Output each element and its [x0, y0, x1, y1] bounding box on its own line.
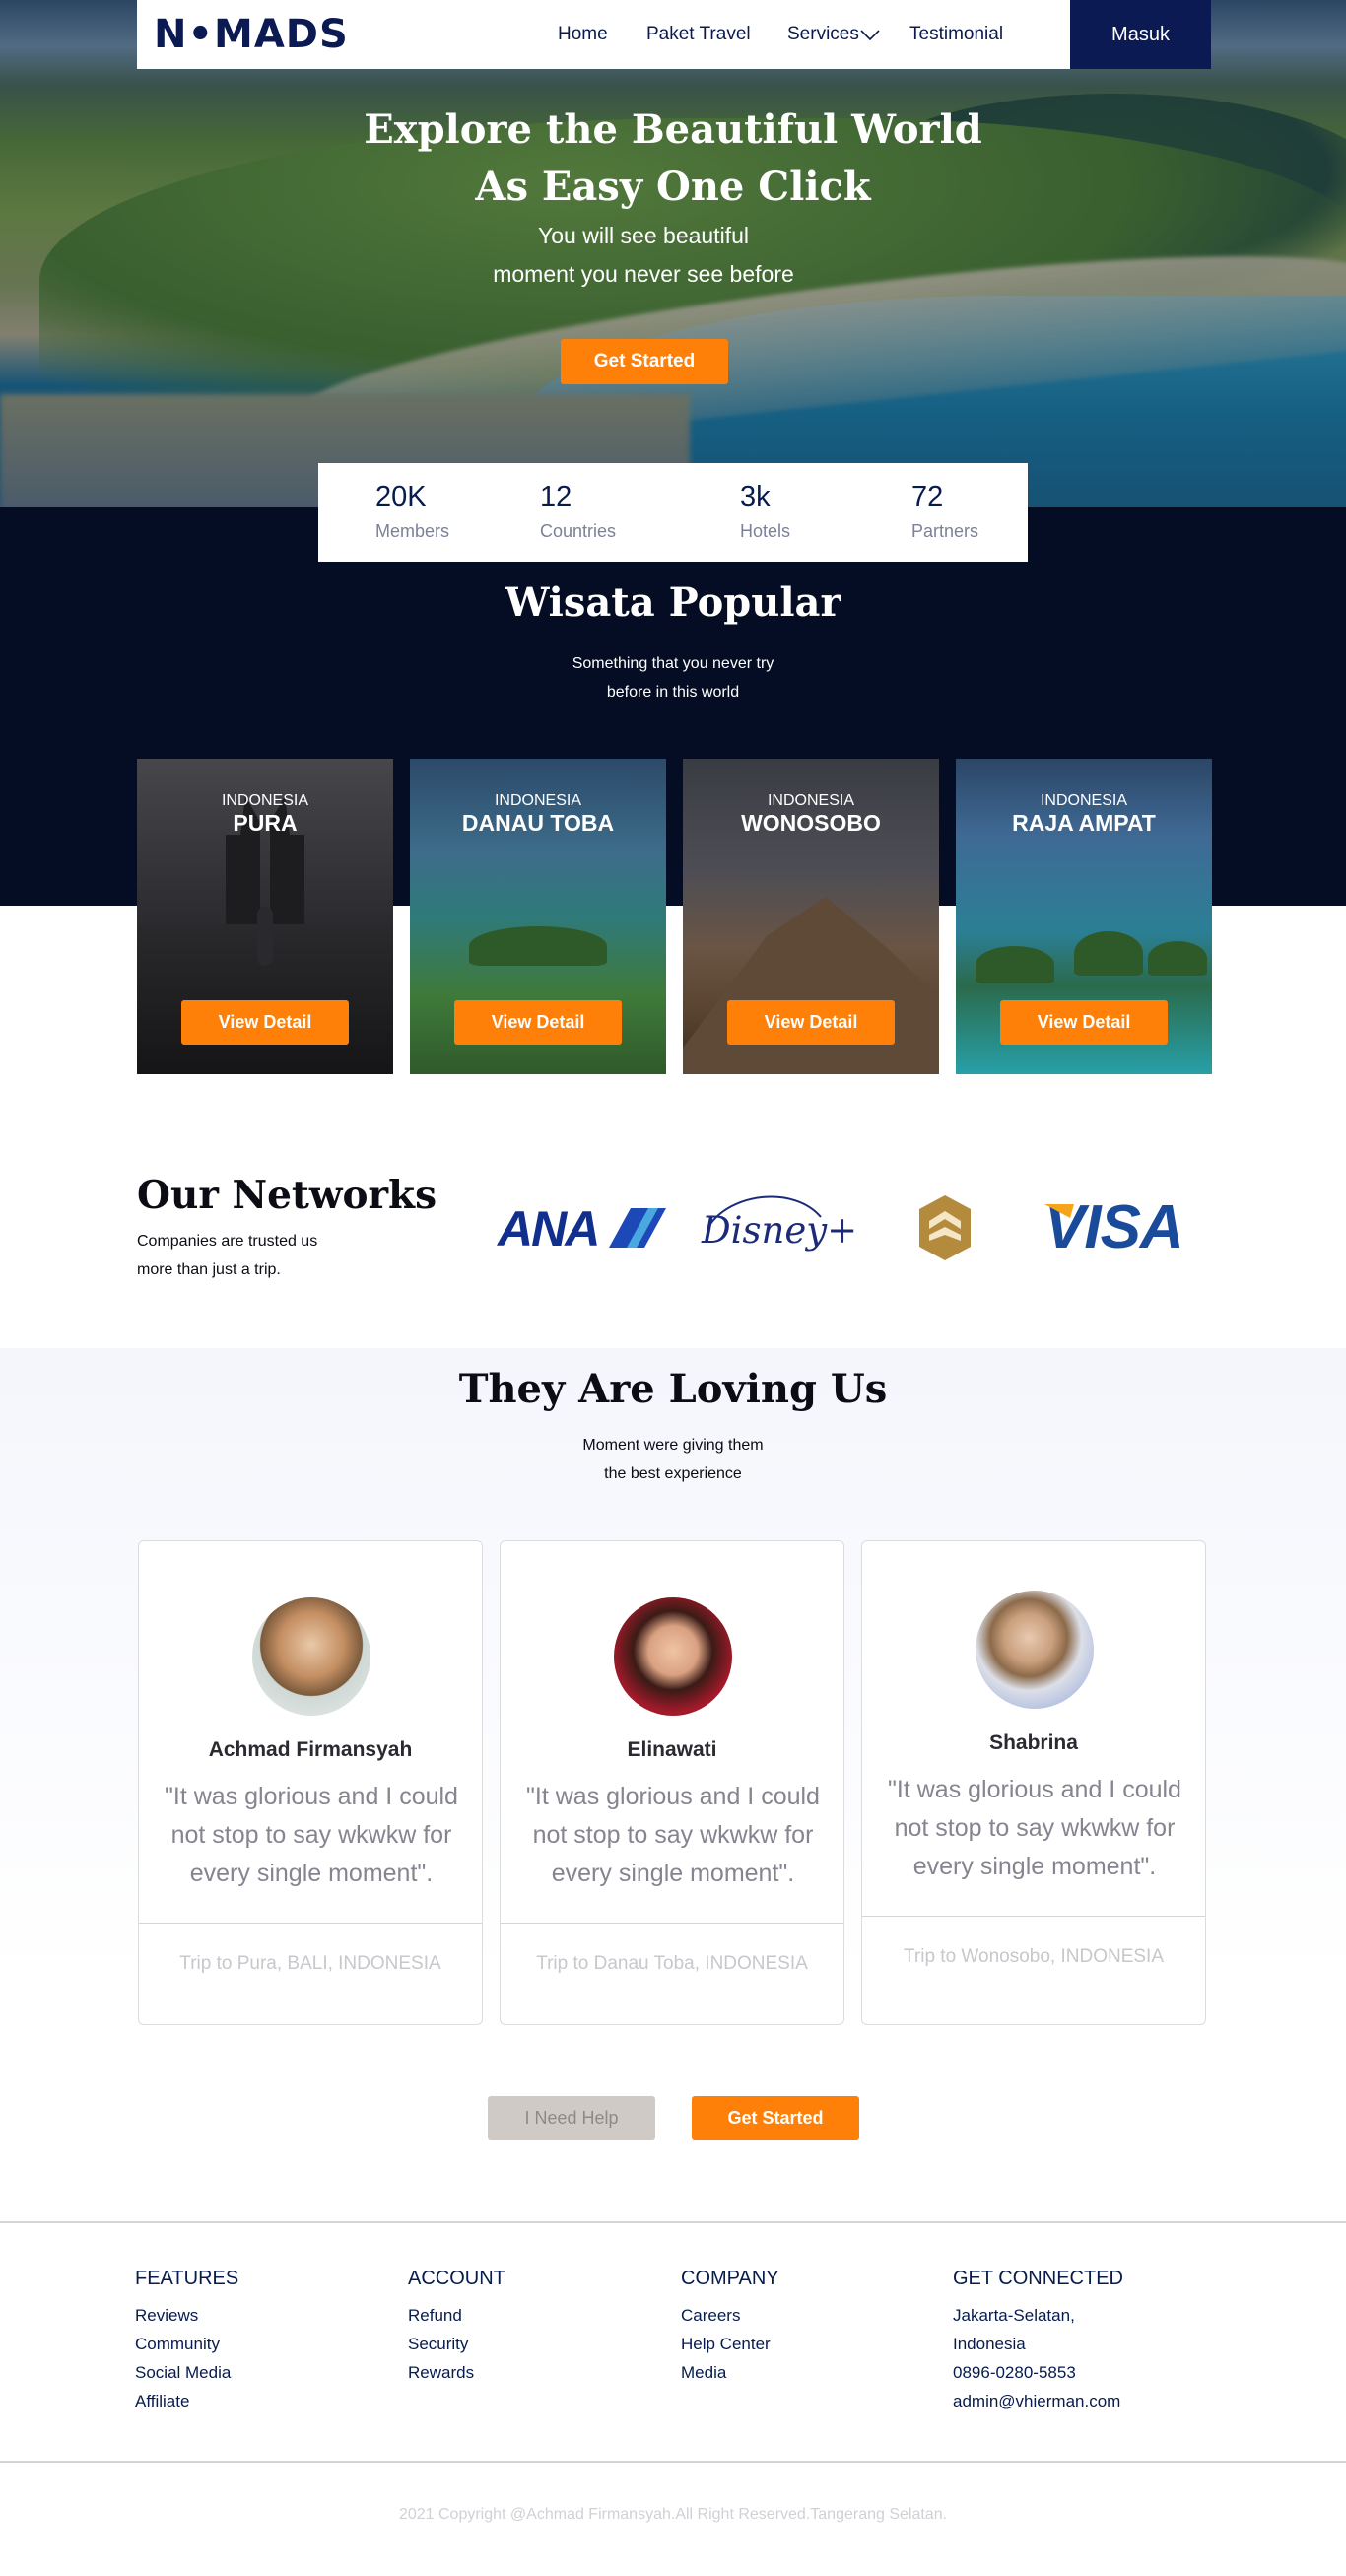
- chevron-down-icon[interactable]: [860, 26, 880, 43]
- ana-logo-stripe: [609, 1208, 666, 1248]
- footer-link[interactable]: Rewards: [408, 2358, 474, 2387]
- footer-phone[interactable]: 0896-0280-5853: [953, 2358, 1120, 2387]
- footer-heading-features: FEATURES: [135, 2268, 239, 2289]
- brand-logo[interactable]: N•MADS: [154, 12, 349, 57]
- stat-hotels: 3k Hotels: [740, 481, 791, 541]
- need-help-button[interactable]: I Need Help: [488, 2096, 655, 2140]
- mountain-image: [683, 897, 939, 1074]
- footer-link[interactable]: Reviews: [135, 2301, 231, 2330]
- hero-banner: Explore the Beautiful World As Easy One …: [0, 0, 1346, 507]
- destination-card-wonosobo[interactable]: INDONESIA WONOSOBO View Detail: [683, 759, 939, 1074]
- person-silhouette: [257, 907, 273, 966]
- footer-heading-get-connected: GET CONNECTED: [953, 2268, 1123, 2289]
- nav-paket-travel[interactable]: Paket Travel: [646, 24, 751, 45]
- disney-plus-logo: Disney+: [702, 1209, 858, 1252]
- testimonial-card: Shabrina "It was glorious and I could no…: [861, 1540, 1206, 2025]
- view-detail-button[interactable]: View Detail: [727, 1000, 895, 1045]
- footer-list-features: Reviews Community Social Media Affiliate: [135, 2301, 231, 2415]
- stat-partners: 72 Partners: [911, 481, 979, 541]
- destination-card-raja-ampat[interactable]: INDONESIA RAJA AMPAT View Detail: [956, 759, 1212, 1074]
- footer-link[interactable]: Refund: [408, 2301, 474, 2330]
- footer-link[interactable]: Affiliate: [135, 2387, 231, 2415]
- destination-card-danau-toba[interactable]: INDONESIA DANAU TOBA View Detail: [410, 759, 666, 1074]
- footer-divider-top: [0, 2221, 1346, 2223]
- avatar: [614, 1597, 732, 1716]
- avatar: [252, 1597, 370, 1716]
- view-detail-button[interactable]: View Detail: [454, 1000, 622, 1045]
- footer-heading-account: ACCOUNT: [408, 2268, 505, 2289]
- visa-logo-accent: [1044, 1204, 1074, 1218]
- footer-link[interactable]: Security: [408, 2330, 474, 2358]
- footer-link[interactable]: Community: [135, 2330, 231, 2358]
- ana-logo: ANA: [498, 1201, 600, 1256]
- footer-address: Jakarta-Selatan,: [953, 2306, 1075, 2325]
- testimonials-subtitle-line2: the best experience: [604, 1465, 742, 1482]
- view-detail-button[interactable]: View Detail: [1000, 1000, 1168, 1045]
- footer-address: Indonesia: [953, 2335, 1026, 2353]
- footer-link[interactable]: Help Center: [681, 2330, 771, 2358]
- footer-email[interactable]: admin@vhierman.com: [953, 2387, 1120, 2415]
- popular-subtitle-line2: before in this world: [606, 684, 740, 701]
- testimonials-subtitle-line1: Moment were giving them: [582, 1437, 764, 1454]
- login-button[interactable]: Masuk: [1070, 0, 1211, 69]
- view-detail-button[interactable]: View Detail: [181, 1000, 349, 1045]
- footer-link[interactable]: Media: [681, 2358, 771, 2387]
- nav-services[interactable]: Services: [787, 24, 859, 45]
- footer-list-contact: Jakarta-Selatan, Indonesia 0896-0280-585…: [953, 2301, 1120, 2415]
- hero-get-started-button[interactable]: Get Started: [561, 339, 728, 384]
- footer-list-company: Careers Help Center Media: [681, 2301, 771, 2387]
- testimonials-title: They Are Loving Us: [458, 1366, 888, 1412]
- popular-title: Wisata Popular: [505, 579, 841, 626]
- footer-list-account: Refund Security Rewards: [408, 2301, 474, 2387]
- get-started-button[interactable]: Get Started: [692, 2096, 859, 2140]
- shield-logo: [919, 1195, 971, 1260]
- stat-members: 20K Members: [375, 481, 450, 541]
- networks-title: Our Networks: [137, 1173, 437, 1218]
- nav-home[interactable]: Home: [558, 24, 608, 45]
- hero-title-line2: As Easy One Click: [475, 164, 871, 210]
- testimonial-card: Achmad Firmansyah "It was glorious and I…: [138, 1540, 483, 2025]
- networks-subtitle: Companies are trusted us more than just …: [137, 1233, 318, 1278]
- copyright-text: 2021 Copyright @Achmad Firmansyah.All Ri…: [398, 2506, 948, 2523]
- top-navbar: N•MADS Home Paket Travel Services Testim…: [137, 0, 1211, 69]
- stat-countries: 12 Countries: [540, 481, 617, 541]
- avatar: [976, 1591, 1094, 1709]
- hero-title-line1: Explore the Beautiful World: [364, 106, 982, 153]
- footer-link[interactable]: Social Media: [135, 2358, 231, 2387]
- footer-link[interactable]: Careers: [681, 2301, 771, 2330]
- footer-divider-bottom: [0, 2461, 1346, 2463]
- nav-testimonial[interactable]: Testimonial: [909, 24, 1003, 45]
- testimonial-card: Elinawati "It was glorious and I could n…: [500, 1540, 844, 2025]
- hero-subtitle-line1: You will see beautiful: [538, 223, 749, 248]
- stats-bar: 20K Members 12 Countries 3k Hotels 72 Pa…: [318, 463, 1028, 562]
- popular-subtitle-line1: Something that you never try: [572, 655, 774, 672]
- footer-heading-company: COMPANY: [681, 2268, 779, 2289]
- hero-subtitle-line2: moment you never see before: [493, 261, 794, 287]
- destination-card-pura[interactable]: INDONESIA PURA View Detail: [137, 759, 393, 1074]
